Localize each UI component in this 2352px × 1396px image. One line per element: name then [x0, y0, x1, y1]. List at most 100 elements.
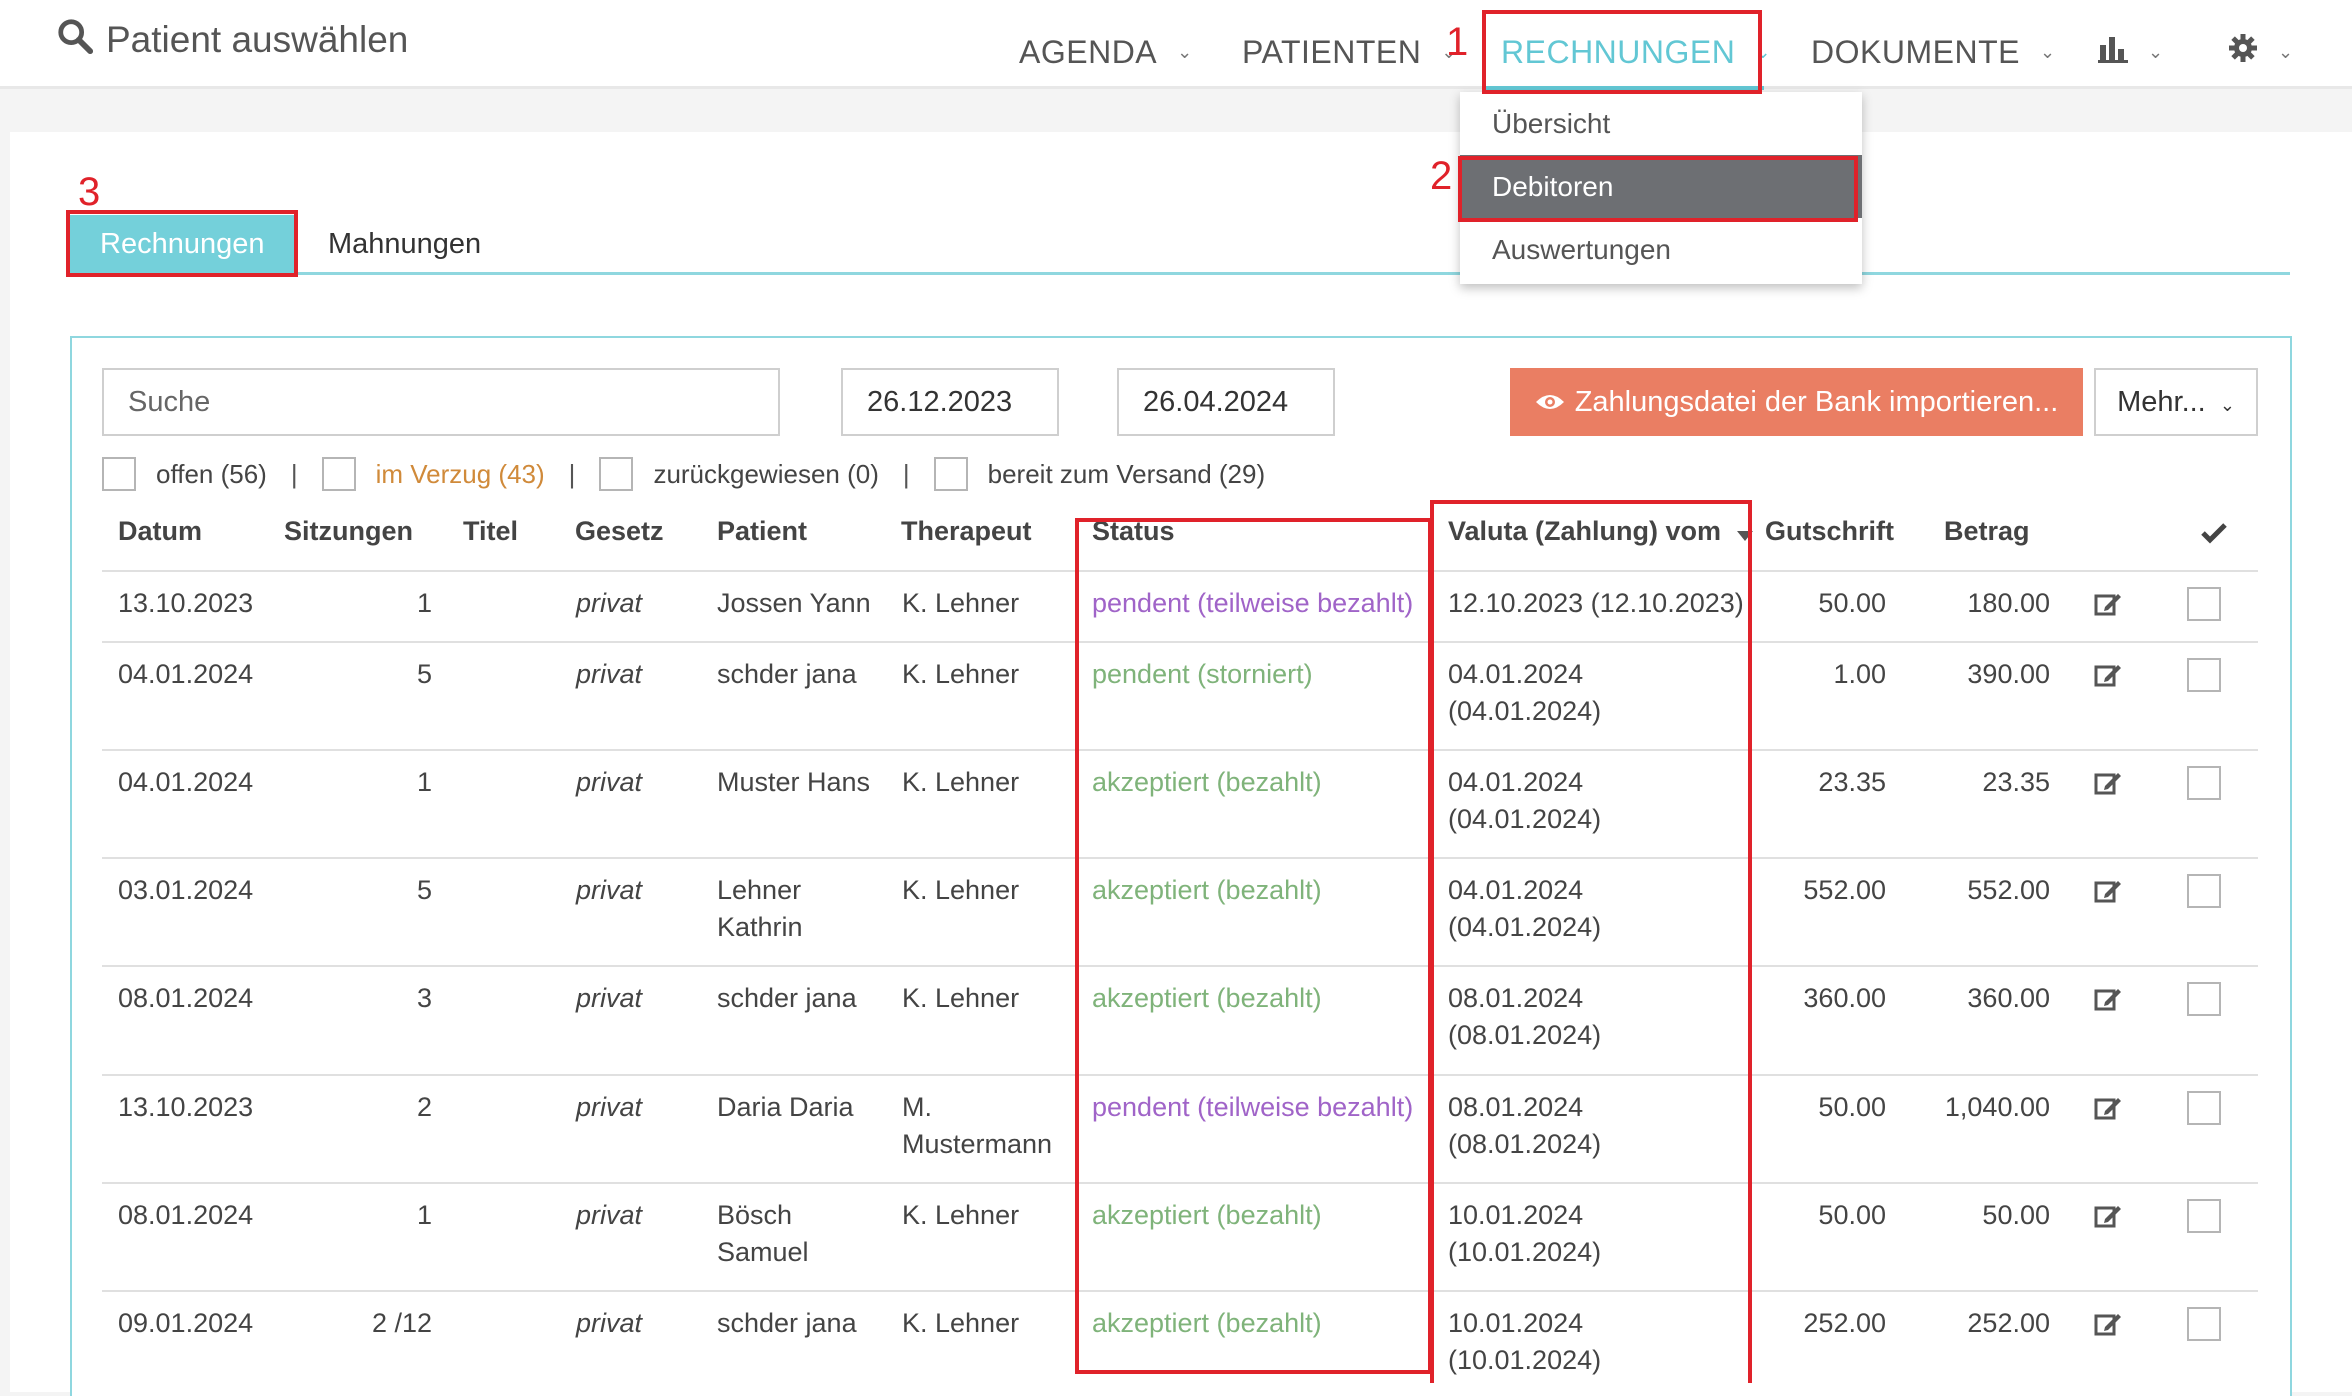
filter-open-label: offen (56) — [156, 458, 267, 489]
bar-chart-icon — [2098, 34, 2128, 71]
column-header-therapeut[interactable]: Therapeut — [901, 516, 1032, 547]
cell-datum: 04.01.2024 — [118, 767, 254, 797]
table-row-divider — [102, 1182, 2258, 1184]
row-select-checkbox[interactable] — [2187, 874, 2221, 908]
column-header-titel[interactable]: Titel — [463, 516, 518, 547]
chevron-down-icon: ⌄ — [2219, 395, 2235, 415]
more-button[interactable]: Mehr... ⌄ — [2094, 368, 2258, 436]
cell-gesetz: privat — [576, 875, 643, 905]
cell-therapeut: K. Lehner — [902, 1308, 1020, 1338]
table-row-divider — [102, 749, 2258, 751]
invoice-tabs: Rechnungen Mahnungen — [70, 215, 2290, 275]
column-header-datum[interactable]: Datum — [118, 516, 202, 547]
tab-mahnungen[interactable]: Mahnungen — [298, 215, 511, 273]
row-select-checkbox[interactable] — [2187, 1307, 2221, 1341]
nav-agenda-label: AGENDA — [1019, 33, 1158, 70]
date-to-input[interactable]: 26.04.2024 — [1117, 368, 1335, 436]
edit-icon[interactable] — [2094, 1311, 2122, 1339]
status-badge: pendent (teilweise bezahlt) — [1092, 1092, 1414, 1122]
edit-icon[interactable] — [2094, 591, 2122, 619]
status-badge: akzeptiert (bezahlt) — [1092, 1200, 1322, 1230]
nav-patienten-label: PATIENTEN — [1242, 33, 1422, 70]
cell-gutschrift: 50.00 — [1818, 588, 1886, 618]
cell-sitzungen: 2 — [416, 1092, 432, 1122]
patient-search-label: Patient auswählen — [106, 19, 409, 60]
table-row-divider — [102, 1290, 2258, 1292]
menu-item-uebersicht[interactable]: Übersicht — [1460, 92, 1862, 155]
cell-betrag: 360.00 — [1967, 983, 2050, 1013]
tab-rechnungen[interactable]: Rechnungen — [70, 215, 295, 273]
cell-gesetz: privat — [576, 1308, 643, 1338]
cell-gutschrift: 50.00 — [1818, 1200, 1886, 1230]
patient-search[interactable]: Patient auswählen — [56, 14, 408, 66]
cell-betrag: 390.00 — [1967, 659, 2050, 689]
edit-icon[interactable] — [2094, 662, 2122, 690]
import-bank-file-button[interactable]: Zahlungsdatei der Bank importieren... — [1510, 368, 2083, 436]
cell-sitzungen: 1 — [416, 767, 432, 797]
column-header-gesetz[interactable]: Gesetz — [575, 516, 664, 547]
status-badge: akzeptiert (bezahlt) — [1092, 875, 1322, 905]
cell-gesetz: privat — [576, 1200, 643, 1230]
nav-dokumente[interactable]: DOKUMENTE ⌄ — [1811, 26, 2056, 78]
eye-icon — [1535, 369, 1565, 437]
filter-rejected-checkbox[interactable] — [599, 457, 634, 491]
cell-datum: 09.01.2024 — [118, 1308, 254, 1338]
nav-statistics[interactable]: ⌄ — [2098, 26, 2164, 78]
cell-datum: 13.10.2023 — [118, 1092, 254, 1122]
nav-patienten[interactable]: PATIENTEN ⌄ — [1242, 26, 1457, 78]
search-input[interactable]: Suche — [102, 368, 780, 436]
edit-icon[interactable] — [2094, 770, 2122, 798]
cell-gutschrift: 50.00 — [1818, 1092, 1886, 1122]
cell-sitzungen: 3 — [416, 983, 432, 1013]
cell-gesetz: privat — [576, 588, 643, 618]
cell-gesetz: privat — [576, 659, 643, 689]
annotation-number-1: 1 — [1446, 20, 1469, 64]
cell-therapeut: K. Lehner — [902, 659, 1020, 689]
row-select-checkbox[interactable] — [2187, 766, 2221, 800]
cell-gutschrift: 552.00 — [1803, 875, 1886, 905]
column-header-betrag[interactable]: Betrag — [1944, 516, 2030, 547]
filter-ready-checkbox[interactable] — [933, 457, 968, 491]
cell-patient: schder jana — [717, 659, 857, 689]
column-header-status[interactable]: Status — [1092, 516, 1175, 547]
cell-betrag: 552.00 — [1967, 875, 2050, 905]
gear-icon — [2228, 33, 2258, 71]
column-header-sitzungen[interactable]: Sitzungen — [284, 516, 413, 547]
row-select-checkbox[interactable] — [2187, 1091, 2221, 1125]
cell-therapeut: K. Lehner — [902, 588, 1020, 618]
cell-betrag: 252.00 — [1967, 1308, 2050, 1338]
menu-item-debitoren[interactable]: Debitoren — [1460, 155, 1862, 218]
cell-therapeut: K. Lehner — [902, 767, 1020, 797]
date-from-input[interactable]: 26.12.2023 — [841, 368, 1059, 436]
cell-patient: Lehner Kathrin — [717, 875, 803, 942]
filter-open-checkbox[interactable] — [102, 457, 136, 491]
filter-overdue-checkbox[interactable] — [321, 457, 356, 491]
row-select-checkbox[interactable] — [2187, 1199, 2221, 1233]
column-header-gutschrift[interactable]: Gutschrift — [1765, 516, 1894, 547]
edit-icon[interactable] — [2094, 1095, 2122, 1123]
row-select-checkbox[interactable] — [2187, 587, 2221, 621]
row-select-checkbox[interactable] — [2187, 982, 2221, 1016]
status-badge: akzeptiert (bezahlt) — [1092, 1308, 1322, 1338]
cell-sitzungen: 5 — [416, 875, 432, 905]
cell-datum: 08.01.2024 — [118, 983, 254, 1013]
edit-icon[interactable] — [2094, 1203, 2122, 1231]
edit-icon[interactable] — [2094, 878, 2122, 906]
nav-agenda[interactable]: AGENDA ⌄ — [1019, 26, 1193, 78]
cell-datum: 13.10.2023 — [118, 588, 254, 618]
column-header-valuta[interactable]: Valuta (Zahlung) vom — [1448, 516, 1753, 548]
row-select-checkbox[interactable] — [2187, 658, 2221, 692]
cell-gutschrift: 23.35 — [1818, 767, 1886, 797]
cell-valuta: 10.01.2024 (10.01.2024) — [1448, 1200, 1602, 1267]
nav-settings[interactable]: ⌄ — [2228, 26, 2294, 78]
nav-rechnungen[interactable]: RECHNUNGEN ⌄ — [1501, 26, 1771, 78]
cell-betrag: 23.35 — [1982, 767, 2050, 797]
cell-gutschrift: 252.00 — [1803, 1308, 1886, 1338]
edit-icon[interactable] — [2094, 986, 2122, 1014]
status-badge: pendent (teilweise bezahlt) — [1092, 588, 1414, 618]
status-badge: akzeptiert (bezahlt) — [1092, 767, 1322, 797]
checkmark-icon[interactable] — [2201, 520, 2227, 551]
menu-item-auswertungen[interactable]: Auswertungen — [1460, 218, 1862, 281]
cell-valuta: 08.01.2024 (08.01.2024) — [1448, 983, 1602, 1050]
column-header-patient[interactable]: Patient — [717, 516, 807, 547]
